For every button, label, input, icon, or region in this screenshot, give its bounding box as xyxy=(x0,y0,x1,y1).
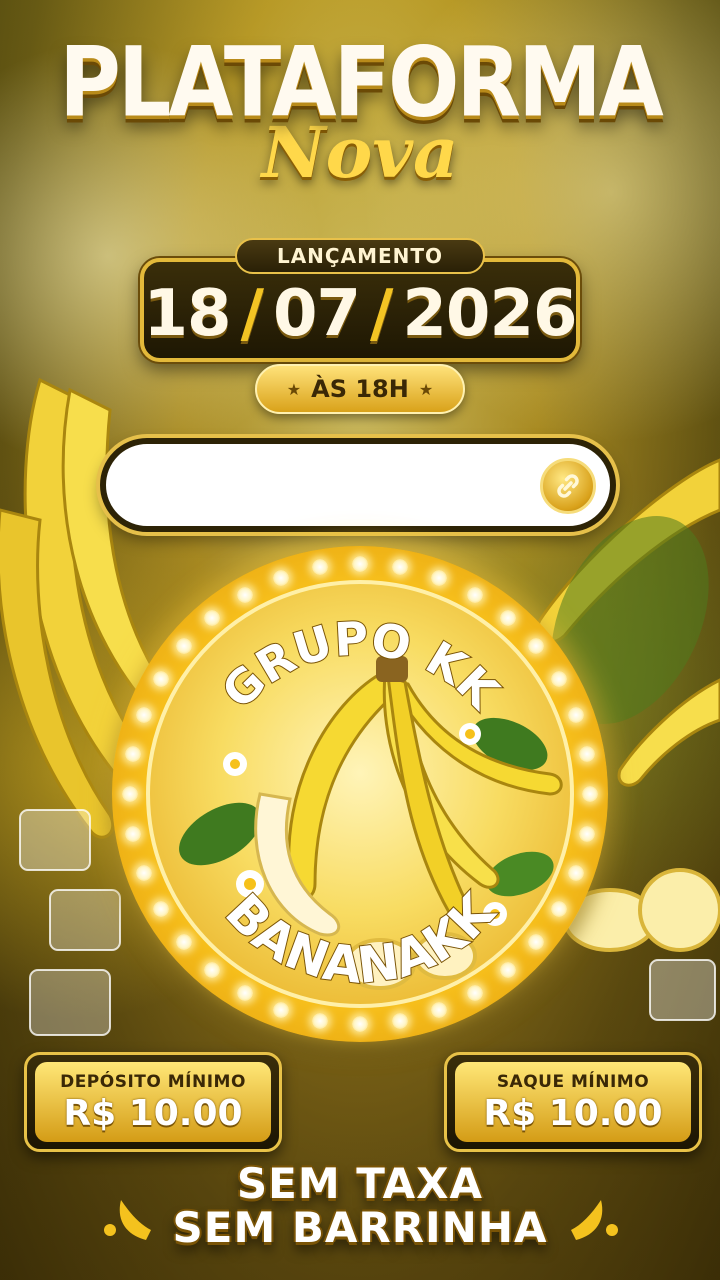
launch-day: 18 xyxy=(143,277,232,351)
launch-time: ÀS 18H xyxy=(311,375,409,403)
withdraw-card: SAQUE MÍNIMO R$ 10.00 xyxy=(444,1052,702,1152)
page-title: PLATAFORMA xyxy=(59,25,663,139)
launch-label: LANÇAMENTO xyxy=(235,238,485,274)
withdraw-card-inner: SAQUE MÍNIMO R$ 10.00 xyxy=(455,1062,691,1142)
brand-medal: GRUPO KK BANANAKK xyxy=(112,546,608,1042)
medal-text: GRUPO KK BANANAKK xyxy=(210,610,511,996)
medal-bottom-text: BANANAKK xyxy=(213,880,508,996)
withdraw-label: SAQUE MÍNIMO xyxy=(496,1072,650,1092)
deposit-value: R$ 10.00 xyxy=(63,1093,243,1134)
deposit-label: DEPÓSITO MÍNIMO xyxy=(60,1072,246,1092)
medal-top-text: GRUPO KK xyxy=(210,610,511,721)
launch-time-badge: ★ ÀS 18H ★ xyxy=(255,364,465,414)
date-separator: / xyxy=(240,277,264,351)
deposit-card-inner: DEPÓSITO MÍNIMO R$ 10.00 xyxy=(35,1062,271,1142)
title-block: PLATAFORMA Nova xyxy=(0,34,720,188)
launch-date: 18/07/2026 xyxy=(143,277,578,351)
footer-tagline: SEM TAXA SEM BARRINHA xyxy=(0,1159,720,1253)
tagline-no-bar: SEM BARRINHA xyxy=(172,1203,548,1253)
svg-text:GRUPO KK: GRUPO KK xyxy=(211,611,510,720)
launch-month: 07 xyxy=(272,277,361,351)
tagline-no-fee: SEM TAXA xyxy=(236,1159,484,1208)
date-separator: / xyxy=(370,277,393,351)
withdraw-value: R$ 10.00 xyxy=(483,1093,663,1134)
link-field[interactable] xyxy=(100,438,616,532)
launch-year: 2026 xyxy=(402,277,577,351)
deposit-card: DEPÓSITO MÍNIMO R$ 10.00 xyxy=(24,1052,282,1152)
link-button[interactable] xyxy=(540,458,596,514)
star-icon: ★ xyxy=(286,379,302,399)
link-icon xyxy=(557,474,579,498)
star-icon: ★ xyxy=(418,379,434,399)
svg-text:BANANAKK: BANANAKK xyxy=(214,881,507,995)
